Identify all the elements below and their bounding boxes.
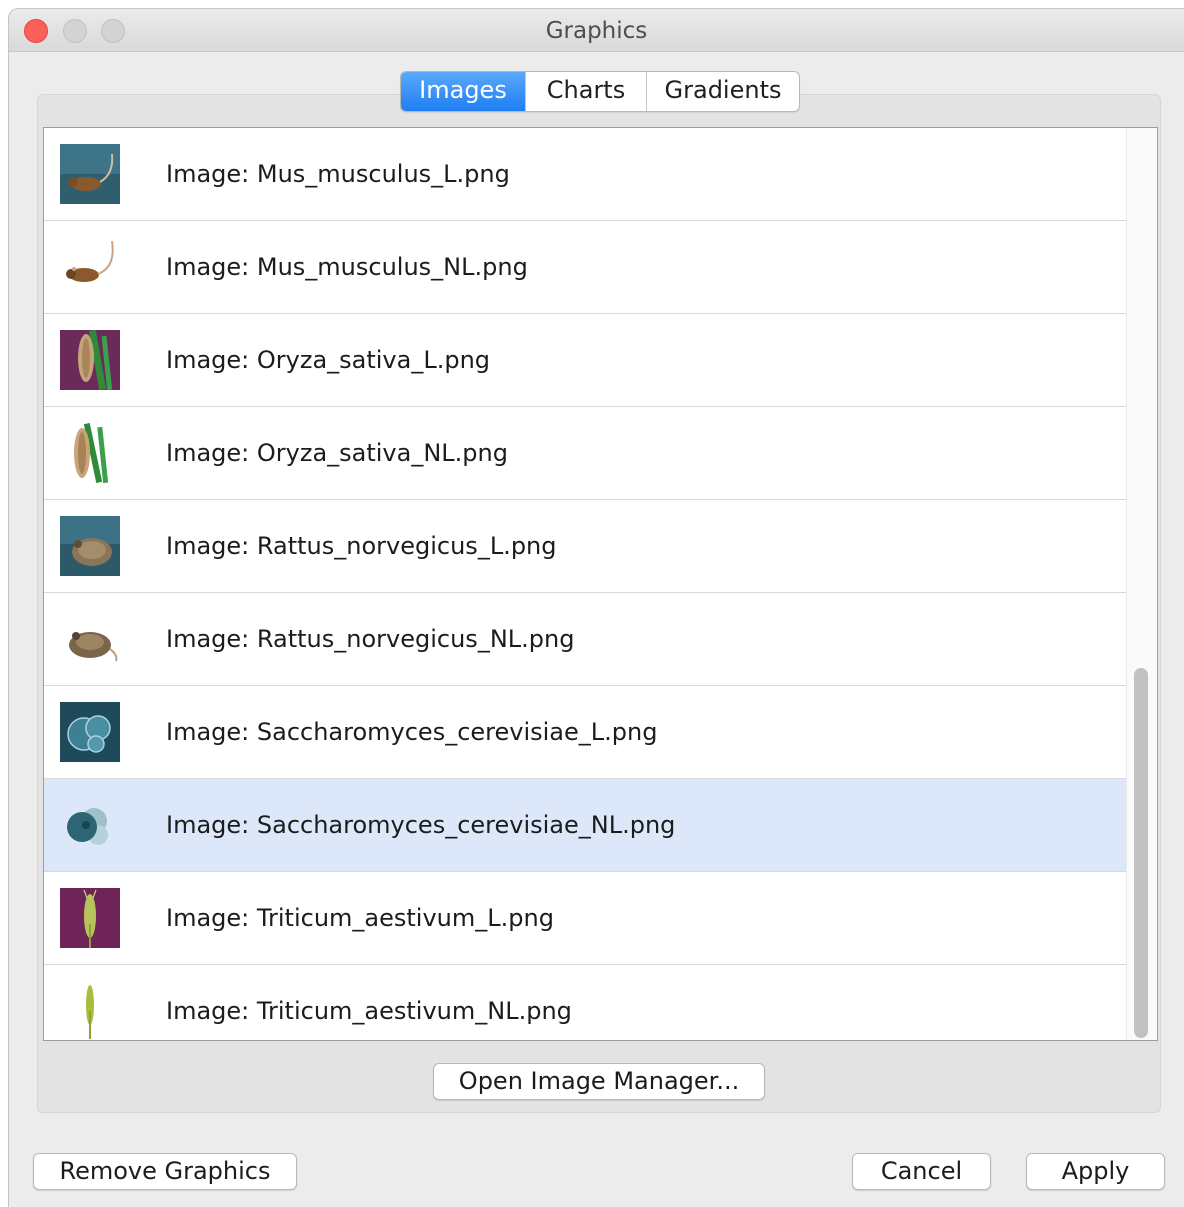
tab-charts[interactable]: Charts [525,72,646,111]
wheat-lit-icon [60,888,120,948]
title-bar: Graphics [9,9,1184,52]
list-item-label: Image: Saccharomyces_cerevisiae_NL.png [166,811,676,839]
yeast-lit-icon [60,702,120,762]
mouse-lit-icon [60,144,120,204]
rice-lit-icon [60,330,120,390]
list-item[interactable]: Image: Mus_musculus_NL.png [44,221,1127,314]
tab-bar: Images Charts Gradients [400,71,800,112]
list-item[interactable]: Image: Triticum_aestivum_NL.png [44,965,1127,1040]
window-title: Graphics [545,18,648,44]
rat-lit-icon [60,516,120,576]
graphics-dialog: Graphics Images Charts Gradients Image: … [8,8,1184,1207]
rice-icon [60,423,120,483]
image-list[interactable]: Image: Mus_musculus_L.png Image: Mus_mus… [43,127,1158,1041]
list-item[interactable]: Image: Triticum_aestivum_L.png [44,872,1127,965]
list-item[interactable]: Image: Rattus_norvegicus_NL.png [44,593,1127,686]
list-item-label: Image: Triticum_aestivum_L.png [166,904,554,932]
list-item-label: Image: Oryza_sativa_NL.png [166,439,508,467]
list-item-label: Image: Triticum_aestivum_NL.png [166,997,572,1025]
remove-graphics-button[interactable]: Remove Graphics [33,1153,297,1190]
list-item[interactable]: Image: Saccharomyces_cerevisiae_L.png [44,686,1127,779]
list-item-label: Image: Saccharomyces_cerevisiae_L.png [166,718,658,746]
list-item-label: Image: Rattus_norvegicus_NL.png [166,625,575,653]
open-image-manager-button[interactable]: Open Image Manager... [433,1063,765,1100]
scroll-thumb[interactable] [1134,668,1148,1038]
apply-button[interactable]: Apply [1026,1153,1165,1190]
scrollbar[interactable] [1126,128,1157,1040]
list-item[interactable]: Image: Oryza_sativa_NL.png [44,407,1127,500]
list-item-label: Image: Rattus_norvegicus_L.png [166,532,557,560]
list-item[interactable]: Image: Saccharomyces_cerevisiae_NL.png [44,779,1127,872]
list-item-label: Image: Mus_musculus_L.png [166,160,510,188]
list-item-label: Image: Oryza_sativa_L.png [166,346,491,374]
yeast-icon [60,795,120,855]
rat-icon [60,609,120,669]
list-item[interactable]: Image: Oryza_sativa_L.png [44,314,1127,407]
list-item[interactable]: Image: Mus_musculus_L.png [44,128,1127,221]
tab-images[interactable]: Images [401,72,525,111]
tab-gradients[interactable]: Gradients [646,72,799,111]
mouse-icon [60,237,120,297]
wheat-icon [60,981,120,1040]
list-item[interactable]: Image: Rattus_norvegicus_L.png [44,500,1127,593]
list-item-label: Image: Mus_musculus_NL.png [166,253,528,281]
cancel-button[interactable]: Cancel [852,1153,991,1190]
